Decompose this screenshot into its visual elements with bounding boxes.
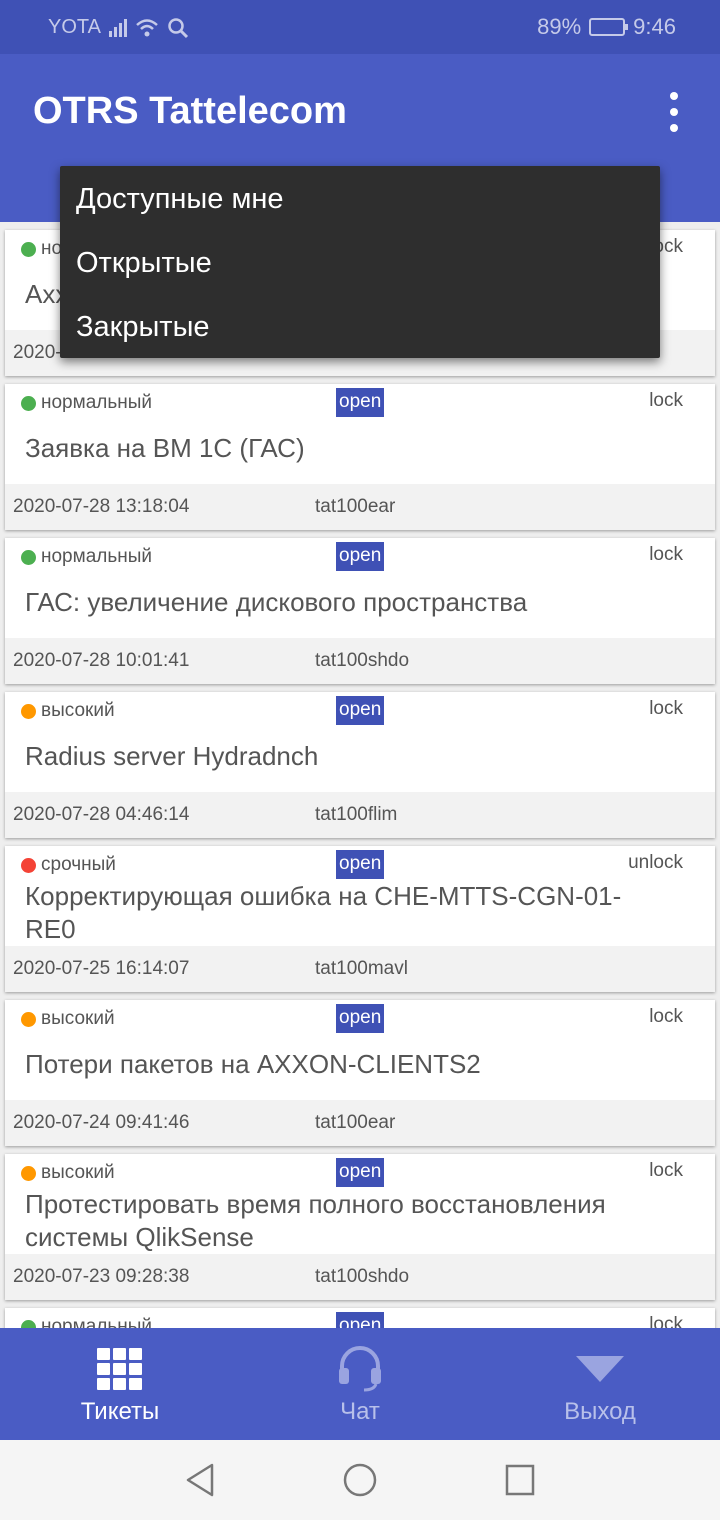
system-nav-bar	[0, 1440, 720, 1520]
priority-dot-icon	[21, 857, 36, 873]
nav-tickets[interactable]: Тикеты	[0, 1328, 240, 1440]
state-badge: open	[336, 388, 385, 417]
ticket-owner: tat100ear	[315, 496, 396, 517]
state-badge: open	[336, 1158, 385, 1187]
nav-tickets-label: Тикеты	[80, 1398, 160, 1425]
priority-label: высокий	[21, 700, 115, 722]
ticket-card[interactable]: нормальный open lock ГАС: увеличение дисков…	[5, 538, 715, 684]
lock-status: lock	[649, 698, 683, 719]
home-icon[interactable]	[342, 1462, 378, 1498]
priority-label: нормальный	[21, 392, 152, 414]
ticket-card[interactable]: высокий open lock Потери пакетов на AXXON-C…	[5, 1000, 715, 1146]
lock-status: lock	[649, 544, 683, 565]
menu-item-1[interactable]: Доступные мне	[60, 166, 660, 230]
headset-icon	[339, 1346, 381, 1392]
wifi-icon	[136, 18, 158, 36]
state-badge: open	[336, 696, 385, 725]
ticket-date: 2020-07-25 16:14:07	[13, 958, 190, 979]
priority-text: срочный	[41, 854, 116, 875]
ticket-list[interactable]: нормальныйopenlockАххон2020-нормальныйop…	[0, 222, 720, 1328]
priority-text: высокий	[41, 1008, 115, 1029]
priority-label: нормальный	[21, 1316, 152, 1328]
status-right: 89% 9:46	[537, 14, 676, 40]
lock-status: lock	[649, 1160, 683, 1181]
battery-percent: 89%	[537, 14, 582, 39]
ticket-card[interactable]: высокий open lock Radius server Hydradnch 20…	[5, 692, 715, 838]
priority-text: нормальный	[41, 392, 153, 413]
lock-status: lock	[649, 390, 683, 411]
priority-label: нормальный	[21, 546, 152, 568]
priority-label: срочный	[21, 854, 116, 876]
priority-dot-icon	[21, 395, 36, 411]
status-left: YOTA	[48, 16, 189, 39]
filter-dropdown-menu: Доступные мне Открытые Закрытые	[60, 166, 660, 358]
battery-icon	[589, 18, 629, 36]
nav-chat[interactable]: Чат	[240, 1328, 480, 1440]
priority-text: нормальный	[41, 1316, 153, 1328]
lock-status: lock	[649, 1006, 683, 1027]
priority-dot-icon	[21, 1011, 36, 1027]
ticket-card[interactable]: высокий open lock Протестировать время полн…	[5, 1154, 715, 1300]
signal-icon	[108, 18, 127, 37]
ticket-footer: 2020-07-25 16:14:07 tat100mavl	[5, 946, 715, 992]
ticket-date: 2020-	[13, 342, 62, 363]
lock-status: unlock	[628, 852, 683, 873]
state-badge: open	[336, 542, 385, 571]
back-icon[interactable]	[184, 1462, 216, 1498]
priority-text: высокий	[41, 1162, 115, 1183]
priority-text: высокий	[41, 700, 115, 721]
priority-dot-icon	[21, 1319, 36, 1328]
state-badge: open	[336, 1312, 385, 1328]
ticket-footer: 2020-07-28 10:01:41 tat100shdo	[5, 638, 715, 684]
menu-item-2[interactable]: Открытые	[60, 230, 660, 294]
clock: 9:46	[633, 14, 676, 39]
ticket-subject: ГАС: увеличение дискового пространства	[25, 587, 528, 617]
ticket-footer: 2020-07-28 13:18:04 tat100ear	[5, 484, 715, 530]
lock-status: lock	[649, 1314, 683, 1328]
ticket-date: 2020-07-23 09:28:38	[13, 1266, 190, 1287]
priority-dot-icon	[21, 549, 36, 565]
ticket-subject: Протестировать время полного восстановле…	[25, 1189, 606, 1252]
ticket-date: 2020-07-28 04:46:14	[13, 804, 190, 825]
ticket-date: 2020-07-28 13:18:04	[13, 496, 190, 517]
priority-label: высокий	[21, 1008, 115, 1030]
ticket-footer: 2020-07-28 04:46:14 tat100flim	[5, 792, 715, 838]
ticket-subject: Потери пакетов на AXXON-CLIENTS2	[25, 1049, 481, 1079]
ticket-owner: tat100mavl	[315, 958, 408, 979]
ticket-card[interactable]: нормальный open lock	[5, 1308, 715, 1328]
ticket-subject: Корректирующая ошибка на CHE-MTTS-CGN-01…	[25, 881, 622, 944]
priority-dot-icon	[21, 241, 36, 257]
ticket-card[interactable]: срочный open unlock Корректирующая ошибка н…	[5, 846, 715, 992]
recents-icon[interactable]	[504, 1462, 536, 1498]
nav-chat-label: Чат	[340, 1398, 380, 1425]
triangle-down-icon	[576, 1356, 624, 1382]
ticket-owner: tat100shdo	[315, 650, 410, 671]
ticket-owner: tat100ear	[315, 1112, 396, 1133]
ticket-date: 2020-07-28 10:01:41	[13, 650, 190, 671]
app-title: OTRS Tattelecom	[33, 90, 347, 132]
grid-icon	[97, 1348, 143, 1390]
ticket-subject: Заявка на ВМ 1С (ГАС)	[25, 433, 305, 463]
ticket-owner: tat100flim	[315, 804, 398, 825]
ticket-subject: Radius server Hydradnch	[25, 741, 319, 771]
carrier-label: YOTA	[48, 16, 101, 38]
state-badge: open	[336, 1004, 385, 1033]
priority-dot-icon	[21, 703, 36, 719]
bottom-nav: Тикеты Чат Выход	[0, 1328, 720, 1440]
ticket-owner: tat100shdo	[315, 1266, 410, 1287]
state-badge: open	[336, 850, 385, 879]
ticket-footer: 2020-07-23 09:28:38 tat100shdo	[5, 1254, 715, 1300]
more-vert-icon[interactable]	[658, 92, 690, 132]
ticket-date: 2020-07-24 09:41:46	[13, 1112, 190, 1133]
priority-label: высокий	[21, 1162, 115, 1184]
nav-exit-label: Выход	[564, 1398, 636, 1425]
nav-exit[interactable]: Выход	[480, 1328, 720, 1440]
search-icon	[168, 17, 189, 38]
menu-item-3[interactable]: Закрытые	[60, 294, 660, 358]
ticket-footer: 2020-07-24 09:41:46 tat100ear	[5, 1100, 715, 1146]
ticket-card[interactable]: нормальный open lock Заявка на ВМ 1С (ГАС) 2…	[5, 384, 715, 530]
status-bar: YOTA 89% 9:46	[0, 0, 720, 54]
priority-text: нормальный	[41, 546, 153, 567]
priority-dot-icon	[21, 1165, 36, 1181]
